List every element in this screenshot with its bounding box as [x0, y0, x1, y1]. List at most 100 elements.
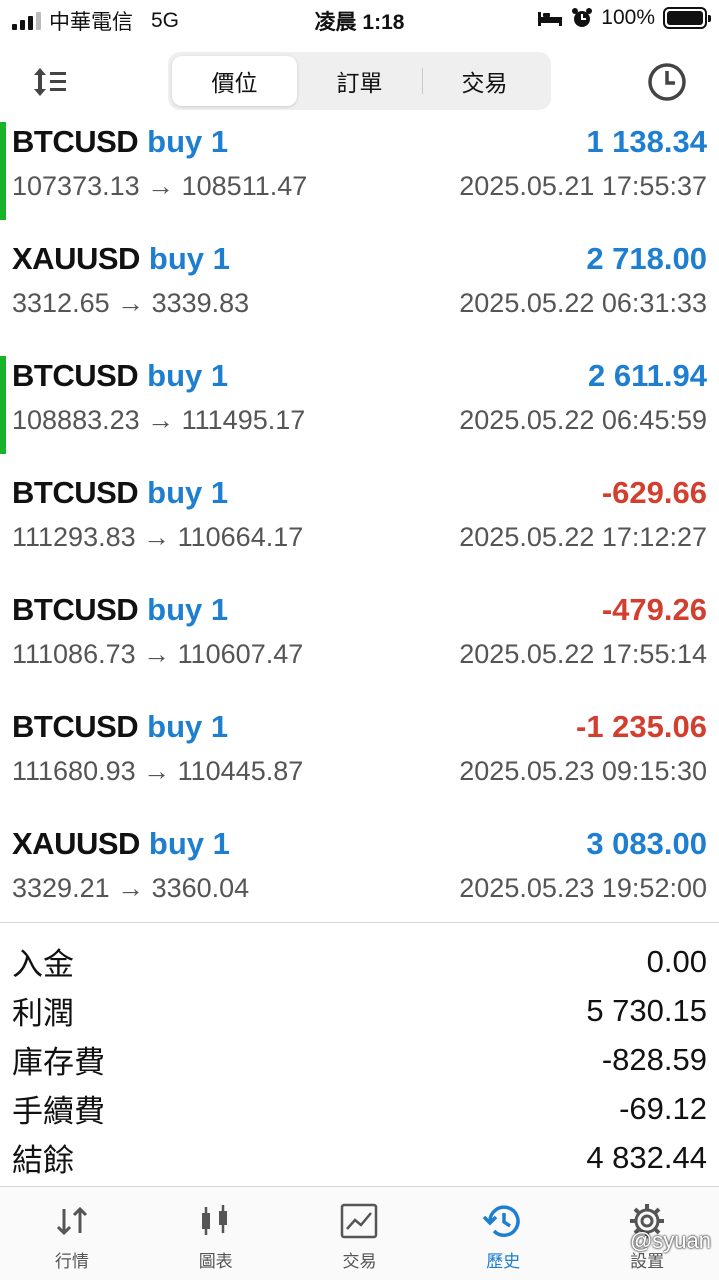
summary-label: 結餘 — [12, 1143, 74, 1178]
summary-row: 手續費 -69.12 — [0, 1084, 719, 1133]
period-button[interactable] — [645, 60, 689, 104]
trade-time: 2025.05.23 09:15:30 — [459, 755, 707, 786]
summary-label: 利潤 — [12, 996, 74, 1031]
trade-row[interactable]: XAUUSD buy 1 3 083.00 3329.21 → 3360.04 2025… — [0, 820, 719, 937]
segmented-control: 價位 訂單 交易 — [168, 52, 551, 110]
summary-value: 0.00 — [646, 943, 707, 979]
trade-prices: 111680.93 → 110445.87 — [12, 755, 304, 786]
trade-chart-icon — [341, 1203, 378, 1239]
summary-row: 結餘 4 832.44 — [0, 1133, 719, 1182]
trade-side: buy 1 — [147, 358, 229, 393]
trade-time: 2025.05.21 17:55:37 — [459, 170, 707, 201]
candlestick-chart-icon — [201, 1205, 227, 1235]
trade-prices: 3312.65 → 3339.83 — [12, 287, 250, 318]
tab-chart[interactable]: 圖表 — [144, 1187, 288, 1280]
status-right: 100% — [537, 6, 711, 30]
tab-quotes[interactable]: 行情 — [0, 1187, 144, 1280]
trade-symbol: XAUUSD — [12, 826, 140, 861]
summary-label: 庫存費 — [12, 1045, 105, 1080]
bed-icon — [538, 12, 563, 26]
trade-header: BTCUSD buy 1 -629.66 — [12, 471, 707, 515]
trade-symbol: BTCUSD — [12, 709, 139, 744]
trade-header: XAUUSD buy 1 3 083.00 — [12, 822, 707, 866]
trade-time: 2025.05.22 17:55:14 — [459, 638, 707, 669]
trade-time: 2025.05.22 17:12:27 — [459, 521, 707, 552]
trade-row[interactable]: BTCUSD buy 1 -1 235.06 111680.93 → 110445.8… — [0, 703, 719, 820]
trade-side: buy 1 — [147, 592, 229, 627]
trade-header: BTCUSD buy 1 2 611.94 — [12, 354, 707, 398]
trade-time: 2025.05.22 06:31:33 — [459, 287, 707, 318]
trade-details: 111680.93 → 110445.87 2025.05.23 09:15:30 — [12, 751, 707, 791]
tab-deals[interactable]: 交易 — [422, 56, 547, 106]
battery-icon — [663, 7, 711, 29]
trade-details: 107373.13 → 108511.47 2025.05.21 17:55:37 — [12, 166, 707, 206]
trade-details: 111293.83 → 110664.17 2025.05.22 17:12:27 — [12, 517, 707, 557]
history-clock-icon — [483, 1205, 521, 1237]
trade-details: 111086.73 → 110607.47 2025.05.22 17:55:14 — [12, 634, 707, 674]
trade-side: buy 1 — [148, 826, 230, 861]
status-bar: 中華電信 5G 凌晨 1:18 100% — [0, 0, 719, 40]
trade-profit: -629.66 — [601, 475, 707, 510]
trade-row[interactable]: BTCUSD buy 1 2 611.94 108883.23 → 111495.17… — [0, 352, 719, 469]
tab-quotes-label: 行情 — [54, 1252, 89, 1271]
bottom-tab-bar: 行情 圖表 交易 歷史 設置 — [0, 1186, 719, 1280]
trade-profit: -1 235.06 — [576, 709, 707, 744]
trade-profit: -479.26 — [601, 592, 707, 627]
summary-value: 4 832.44 — [586, 1139, 707, 1175]
trade-prices: 111086.73 → 110607.47 — [12, 638, 304, 669]
trade-side: buy 1 — [147, 475, 229, 510]
trade-symbol: BTCUSD — [12, 592, 139, 627]
trade-prices: 3329.21 → 3360.04 — [12, 872, 250, 903]
summary-label: 手續費 — [12, 1094, 105, 1129]
trade-prices: 111293.83 → 110664.17 — [12, 521, 304, 552]
tab-price[interactable]: 價位 — [172, 56, 297, 106]
clock-icon — [648, 63, 686, 101]
alarm-icon — [572, 8, 593, 27]
tab-orders[interactable]: 訂單 — [297, 56, 422, 106]
summary-label: 入金 — [12, 947, 74, 982]
trade-details: 108883.23 → 111495.17 2025.05.22 06:45:59 — [12, 400, 707, 440]
trade-time: 2025.05.23 19:52:00 — [459, 872, 707, 903]
tab-history-label: 歷史 — [486, 1252, 521, 1271]
trade-profit: 2 718.00 — [586, 241, 707, 276]
trade-side: buy 1 — [147, 709, 229, 744]
trade-prices: 108883.23 → 111495.17 — [12, 404, 306, 435]
trade-row[interactable]: BTCUSD buy 1 -629.66 111293.83 → 110664.17 2… — [0, 469, 719, 586]
trade-header: BTCUSD buy 1 -1 235.06 — [12, 705, 707, 749]
sort-icon — [34, 68, 66, 96]
tab-history[interactable]: 歷史 — [431, 1187, 575, 1280]
tab-trade-label: 交易 — [342, 1252, 377, 1271]
quotes-arrows-icon — [56, 1206, 87, 1236]
trade-symbol: BTCUSD — [12, 124, 139, 159]
history-summary: 入金 0.00 利潤 5 730.15 庫存費 -828.59 手續費 -69.12 結餘 4 8… — [0, 922, 719, 1182]
trade-profit: 3 083.00 — [586, 826, 707, 861]
trade-symbol: BTCUSD — [12, 475, 139, 510]
trade-details: 3329.21 → 3360.04 2025.05.23 19:52:00 — [12, 868, 707, 908]
summary-row: 利潤 5 730.15 — [0, 986, 719, 1035]
tab-chart-label: 圖表 — [198, 1252, 233, 1271]
trade-row[interactable]: XAUUSD buy 1 2 718.00 3312.65 → 3339.83 2025… — [0, 235, 719, 352]
summary-row: 庫存費 -828.59 — [0, 1035, 719, 1084]
watermark: @syuan — [629, 1228, 711, 1253]
trade-row[interactable]: BTCUSD buy 1 -479.26 111086.73 → 110607.47 2… — [0, 586, 719, 703]
summary-value: -828.59 — [601, 1041, 707, 1077]
trade-side: buy 1 — [147, 124, 229, 159]
summary-value: -69.12 — [619, 1090, 707, 1126]
trade-row[interactable]: BTCUSD buy 1 1 138.34 107373.13 → 108511.47… — [0, 118, 719, 235]
trade-symbol: BTCUSD — [12, 358, 139, 393]
trade-time: 2025.05.22 06:45:59 — [459, 404, 707, 435]
trade-profit: 1 138.34 — [586, 124, 707, 159]
trade-profit: 2 611.94 — [588, 358, 707, 393]
trade-prices: 107373.13 → 108511.47 — [12, 170, 308, 201]
summary-value: 5 730.15 — [586, 992, 707, 1028]
toolbar: 價位 訂單 交易 — [0, 50, 719, 112]
trade-history-list: BTCUSD buy 11 138.34 107373.13 → 108511.47… — [0, 118, 719, 937]
summary-row: 入金 0.00 — [0, 937, 719, 986]
sort-button[interactable] — [30, 62, 74, 102]
battery-percent: 100% — [601, 6, 655, 29]
trade-header: XAUUSD buy 1 2 718.00 — [12, 237, 707, 281]
trade-header: BTCUSD buy 1 1 138.34 — [12, 120, 707, 164]
tab-trade[interactable]: 交易 — [288, 1187, 432, 1280]
trade-side: buy 1 — [148, 241, 230, 276]
trade-symbol: XAUUSD — [12, 241, 140, 276]
